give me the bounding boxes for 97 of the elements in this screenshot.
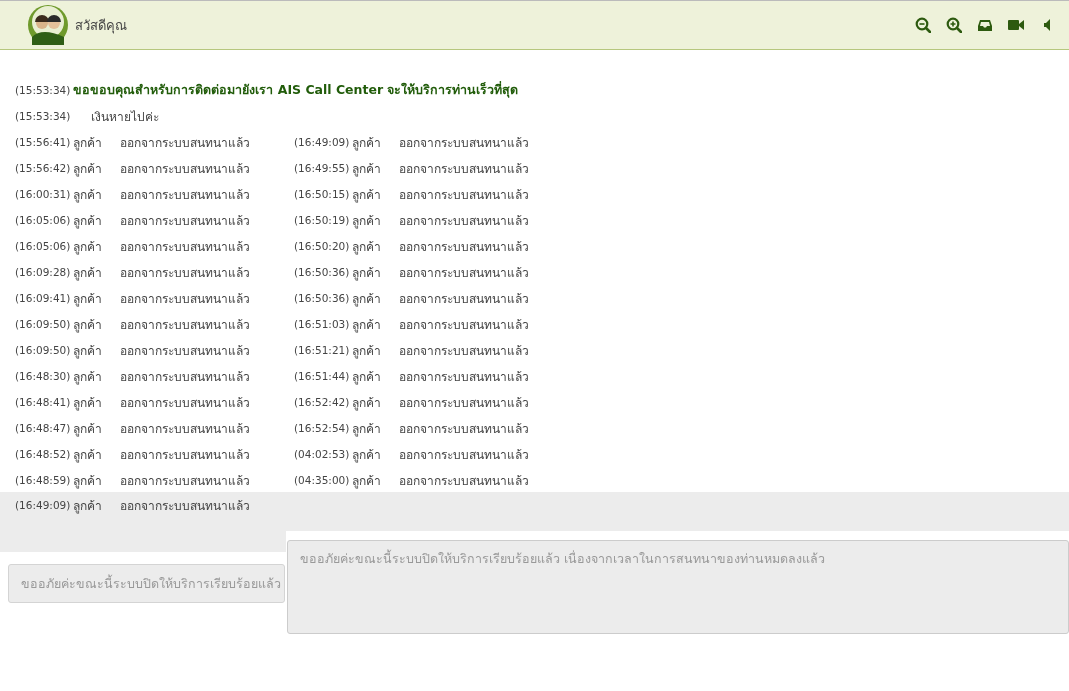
- message-text: ออกจากระบบสนทนาแล้ว: [399, 290, 530, 308]
- message-text: ออกจากระบบสนทนาแล้ว: [120, 212, 251, 230]
- sender-label: ลูกค้า: [73, 446, 103, 464]
- sender-label: ลูกค้า: [73, 264, 103, 282]
- sender-label: ลูกค้า: [352, 394, 382, 412]
- message-text: ออกจากระบบสนทนาแล้ว: [120, 134, 251, 152]
- timestamp: (16:52:42): [294, 396, 350, 408]
- timestamp: (16:52:54): [294, 422, 350, 434]
- sender-label: ลูกค้า: [352, 368, 382, 386]
- sender-label: ลูกค้า: [352, 264, 382, 282]
- sender-label: ลูกค้า: [73, 160, 103, 178]
- message-text: ออกจากระบบสนทนาแล้ว: [399, 160, 530, 178]
- timestamp: (16:05:06): [15, 214, 71, 226]
- sender-label: ลูกค้า: [352, 238, 382, 256]
- message-text: ออกจากระบบสนทนาแล้ว: [120, 368, 251, 386]
- message-text: ออกจากระบบสนทนาแล้ว: [120, 290, 251, 308]
- message-text: ออกจากระบบสนทนาแล้ว: [399, 238, 530, 256]
- timestamp: (16:49:09): [15, 499, 71, 511]
- timestamp: (16:48:59): [15, 474, 71, 486]
- message-text: ออกจากระบบสนทนาแล้ว: [399, 134, 530, 152]
- sender-label: ลูกค้า: [352, 420, 382, 438]
- sender-label: ลูกค้า: [352, 160, 382, 178]
- timestamp: (16:48:41): [15, 396, 71, 408]
- timestamp: (16:51:03): [294, 318, 350, 330]
- message-text: เงินหายไปค่ะ: [91, 108, 160, 126]
- timestamp: (16:50:36): [294, 266, 350, 278]
- timestamp: (16:51:21): [294, 344, 350, 356]
- sender-label: ลูกค้า: [73, 290, 103, 308]
- timestamp: (16:00:31): [15, 188, 71, 200]
- message-text: ออกจากระบบสนทนาแล้ว: [399, 394, 530, 412]
- message-text: ออกจากระบบสนทนาแล้ว: [399, 212, 530, 230]
- message-text: ออกจากระบบสนทนาแล้ว: [399, 342, 530, 360]
- message-text: ออกจากระบบสนทนาแล้ว: [120, 160, 251, 178]
- inbox-tray-icon[interactable]: [977, 17, 993, 33]
- timestamp: (16:49:09): [294, 136, 350, 148]
- timestamp: (16:48:47): [15, 422, 71, 434]
- sender-label: ลูกค้า: [73, 368, 103, 386]
- timestamp: (04:35:00): [294, 474, 350, 486]
- timestamp: (16:09:50): [15, 318, 71, 330]
- timestamp: (16:50:20): [294, 240, 350, 252]
- message-text: ออกจากระบบสนทนาแล้ว: [120, 472, 251, 490]
- sender-label: ลูกค้า: [73, 394, 103, 412]
- message-text: ออกจากระบบสนทนาแล้ว: [120, 238, 251, 256]
- sender-label: ลูกค้า: [73, 134, 103, 152]
- message-text: ออกจากระบบสนทนาแล้ว: [120, 342, 251, 360]
- message-text: ออกจากระบบสนทนาแล้ว: [120, 497, 251, 515]
- zoom-out-icon[interactable]: [915, 17, 931, 33]
- timestamp: (16:50:19): [294, 214, 350, 226]
- message-text: ออกจากระบบสนทนาแล้ว: [120, 316, 251, 334]
- sender-label: ลูกค้า: [73, 212, 103, 230]
- timestamp: (16:50:15): [294, 188, 350, 200]
- timestamp: (16:49:55): [294, 162, 350, 174]
- message-text: ออกจากระบบสนทนาแล้ว: [399, 264, 530, 282]
- message-text: ออกจากระบบสนทนาแล้ว: [120, 420, 251, 438]
- message-text: ออกจากระบบสนทนาแล้ว: [399, 316, 530, 334]
- timestamp: (15:53:34): [15, 84, 71, 96]
- sender-label: ลูกค้า: [352, 472, 382, 490]
- video-camera-icon[interactable]: [1008, 17, 1024, 33]
- sender-label: ลูกค้า: [73, 186, 103, 204]
- sender-label: ลูกค้า: [352, 446, 382, 464]
- timestamp: (16:50:36): [294, 292, 350, 304]
- sender-label: ลูกค้า: [352, 342, 382, 360]
- sender-label: ลูกค้า: [352, 212, 382, 230]
- avatar-icon: [28, 5, 68, 45]
- timestamp: (15:56:41): [15, 136, 71, 148]
- timestamp: (15:53:34): [15, 110, 71, 122]
- message-text: ออกจากระบบสนทนาแล้ว: [120, 446, 251, 464]
- sender-label: ลูกค้า: [73, 342, 103, 360]
- timestamp: (15:56:42): [15, 162, 71, 174]
- timestamp: (16:09:28): [15, 266, 71, 278]
- sender-label: ลูกค้า: [73, 316, 103, 334]
- timestamp: (16:48:30): [15, 370, 71, 382]
- timestamp: (04:02:53): [294, 448, 350, 460]
- message-text: ออกจากระบบสนทนาแล้ว: [399, 186, 530, 204]
- message-text: ออกจากระบบสนทนาแล้ว: [120, 394, 251, 412]
- timestamp: (16:48:52): [15, 448, 71, 460]
- sender-label: ลูกค้า: [73, 497, 103, 515]
- sender-label: ลูกค้า: [352, 134, 382, 152]
- timestamp: (16:05:06): [15, 240, 71, 252]
- message-text: ขอขอบคุณสำหรับการติดต่อมายังเรา AIS Call Center จะให้บริการท่านเร็วที่สุด: [73, 80, 519, 100]
- message-text: ออกจากระบบสนทนาแล้ว: [120, 186, 251, 204]
- message-text: ออกจากระบบสนทนาแล้ว: [399, 368, 530, 386]
- timestamp: (16:09:50): [15, 344, 71, 356]
- sender-label: ลูกค้า: [352, 186, 382, 204]
- sender-label: ลูกค้า: [73, 238, 103, 256]
- message-text: ออกจากระบบสนทนาแล้ว: [399, 446, 530, 464]
- zoom-in-icon[interactable]: [946, 17, 962, 33]
- sender-label: ลูกค้า: [352, 316, 382, 334]
- sender-label: ลูกค้า: [73, 472, 103, 490]
- sender-label: ลูกค้า: [352, 290, 382, 308]
- message-text: ออกจากระบบสนทนาแล้ว: [120, 264, 251, 282]
- timestamp: (16:09:41): [15, 292, 71, 304]
- greeting-text: สวัสดีคุณ: [75, 16, 127, 36]
- message-text: ออกจากระบบสนทนาแล้ว: [399, 420, 530, 438]
- sender-label: ลูกค้า: [73, 420, 103, 438]
- message-text: ออกจากระบบสนทนาแล้ว: [399, 472, 530, 490]
- timestamp: (16:51:44): [294, 370, 350, 382]
